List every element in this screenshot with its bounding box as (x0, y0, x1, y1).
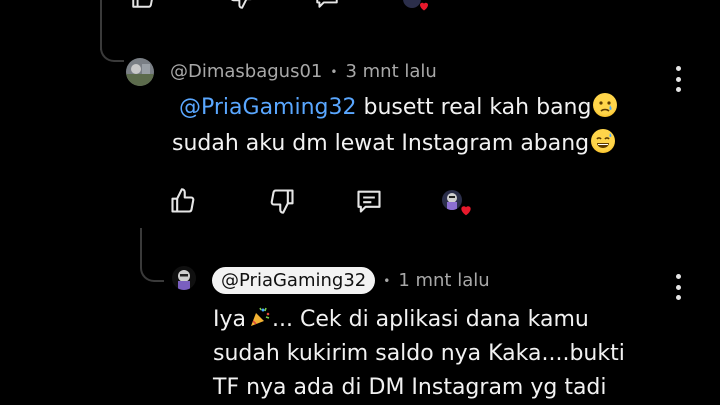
comment-text-1: busett real kah bang (356, 95, 592, 120)
reply-line-3: TF nya ada di DM Instagram yg tadi (213, 375, 607, 400)
more-options-icon[interactable] (673, 66, 683, 92)
comment-meta: @Dimasbagus01 • 3 mnt lalu (170, 61, 437, 82)
comment-text-2: sudah aku dm lewat Instagram abang (172, 131, 590, 156)
thread-connector-1 (100, 30, 124, 62)
thread-connector-2 (140, 250, 164, 282)
comment-line-2: sudah aku dm lewat Instagram abang (172, 126, 617, 162)
comment-icon[interactable] (312, 0, 342, 12)
heart-icon (461, 206, 471, 216)
reply-time: 1 mnt lalu (398, 270, 490, 291)
thumbs-up-icon[interactable] (128, 0, 158, 12)
reply-line-1: Iya ... Cek di aplikasi dana kamu (213, 303, 625, 337)
avatar-priagaming32[interactable] (172, 266, 196, 290)
comment-username[interactable]: @Dimasbagus01 (170, 61, 322, 82)
thumbs-down-icon[interactable] (267, 186, 297, 216)
previous-action-row (0, 0, 720, 12)
reply-body: Iya ... Cek di aplikasi dana kamu sudah … (213, 303, 625, 405)
comment-line-1: @PriaGaming32 busett real kah bang (172, 90, 618, 126)
thumbs-up-icon[interactable] (168, 186, 198, 216)
sweat-smile-emoji (591, 129, 616, 153)
reply-line-2: sudah kukirim saldo nya Kaka....bukti (213, 341, 625, 366)
separator-dot: • (330, 64, 338, 79)
reply-text-1b: ... Cek di aplikasi dana kamu (272, 307, 589, 332)
heart-icon (420, 2, 428, 11)
creator-username-chip[interactable]: @PriaGaming32 (212, 267, 376, 294)
reply-text-1a: Iya (213, 307, 246, 332)
crying-face-emoji (593, 93, 618, 117)
comment-body: @PriaGaming32 busett real kah bang sudah… (172, 90, 618, 162)
avatar-dimasbagus01[interactable] (126, 58, 154, 86)
reply-meta: @PriaGaming32 • 1 mnt lalu (212, 267, 490, 294)
mention-link[interactable]: @PriaGaming32 (179, 95, 357, 120)
comment-time: 3 mnt lalu (345, 61, 437, 82)
party-popper-emoji (248, 305, 272, 329)
thumbs-down-icon[interactable] (226, 0, 256, 12)
separator-dot: • (383, 273, 391, 288)
comment-icon[interactable] (354, 186, 384, 216)
more-options-icon[interactable] (673, 274, 683, 300)
